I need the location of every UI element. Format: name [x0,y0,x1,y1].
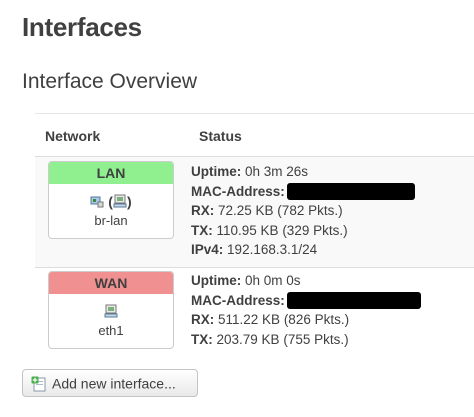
section-title: Interface Overview [22,70,198,93]
column-header-network: Network [45,128,101,144]
page-title: Interfaces [22,12,142,42]
table-row-wan: WAN eth1 Uptime: 0h 0m 0s MAC-Address: R… [35,267,474,356]
tx-value: 203.79 KB (755 Pkts.) [216,331,349,347]
rx-value: 511.22 KB (826 Pkts.) [218,312,350,327]
interface-device-wan: eth1 [98,323,124,338]
status-rx: RX: 511.22 KB (826 Pkts.) [191,310,421,330]
status-ipv4: IPv4: 192.168.3.1/24 [191,240,415,260]
interface-badge-lan[interactable]: LAN ( ) br-lan [48,161,174,239]
interface-name-lan: LAN [49,162,173,184]
uptime-value: 0h 0m 0s [245,273,301,288]
ipv4-value: 192.168.3.1/24 [227,242,318,257]
rx-label: RX: [191,203,215,218]
interface-badge-wan[interactable]: WAN eth1 [48,271,174,349]
status-uptime: Uptime: 0h 0m 0s [191,271,421,291]
mac-label: MAC-Address: [191,292,285,308]
ethernet-port-icon [104,304,118,318]
uptime-label: Uptime: [191,164,242,179]
interface-overview-table: Network Status LAN ( ) br-lan Uptime: 0h… [35,113,474,356]
rx-label: RX: [191,312,215,327]
bridge-network-icon [113,194,127,208]
uptime-value: 0h 3m 26s [245,164,309,179]
add-interface-button[interactable]: Add new interface... [22,369,198,397]
interface-status-wan: Uptime: 0h 0m 0s MAC-Address: RX: 511.22… [191,271,421,349]
status-uptime: Uptime: 0h 3m 26s [191,162,415,182]
bridge-paren-close: ) [126,193,132,210]
interface-name-wan: WAN [49,272,173,294]
column-header-status: Status [199,128,242,144]
add-interface-label: Add new interface... [52,375,176,392]
interface-status-lan: Uptime: 0h 3m 26s MAC-Address: RX: 72.25… [191,162,415,260]
tx-label: TX: [191,331,213,347]
tx-value: 110.95 KB (329 Pkts.) [216,222,348,238]
mac-redaction [286,183,415,201]
table-header: Network Status [35,113,474,156]
add-document-icon [31,376,46,392]
interface-icons-wan [49,302,173,320]
rx-value: 72.25 KB (782 Pkts.) [218,203,343,218]
uptime-label: Uptime: [191,273,242,288]
status-mac: MAC-Address: [191,182,415,202]
status-rx: RX: 72.25 KB (782 Pkts.) [191,201,415,221]
mac-redaction [286,292,421,310]
status-tx: TX: 110.95 KB (329 Pkts.) [191,221,415,241]
mac-label: MAC-Address: [191,183,285,199]
tx-label: TX: [191,222,213,238]
network-card-icon [90,196,104,208]
interface-icons-lan: ( ) [49,192,173,210]
ipv4-label: IPv4: [191,242,224,257]
table-row-lan: LAN ( ) br-lan Uptime: 0h 3m 26s MAC-Add… [35,156,474,267]
status-tx: TX: 203.79 KB (755 Pkts.) [191,330,421,350]
status-mac: MAC-Address: [191,291,421,311]
interface-device-lan: br-lan [94,213,128,228]
